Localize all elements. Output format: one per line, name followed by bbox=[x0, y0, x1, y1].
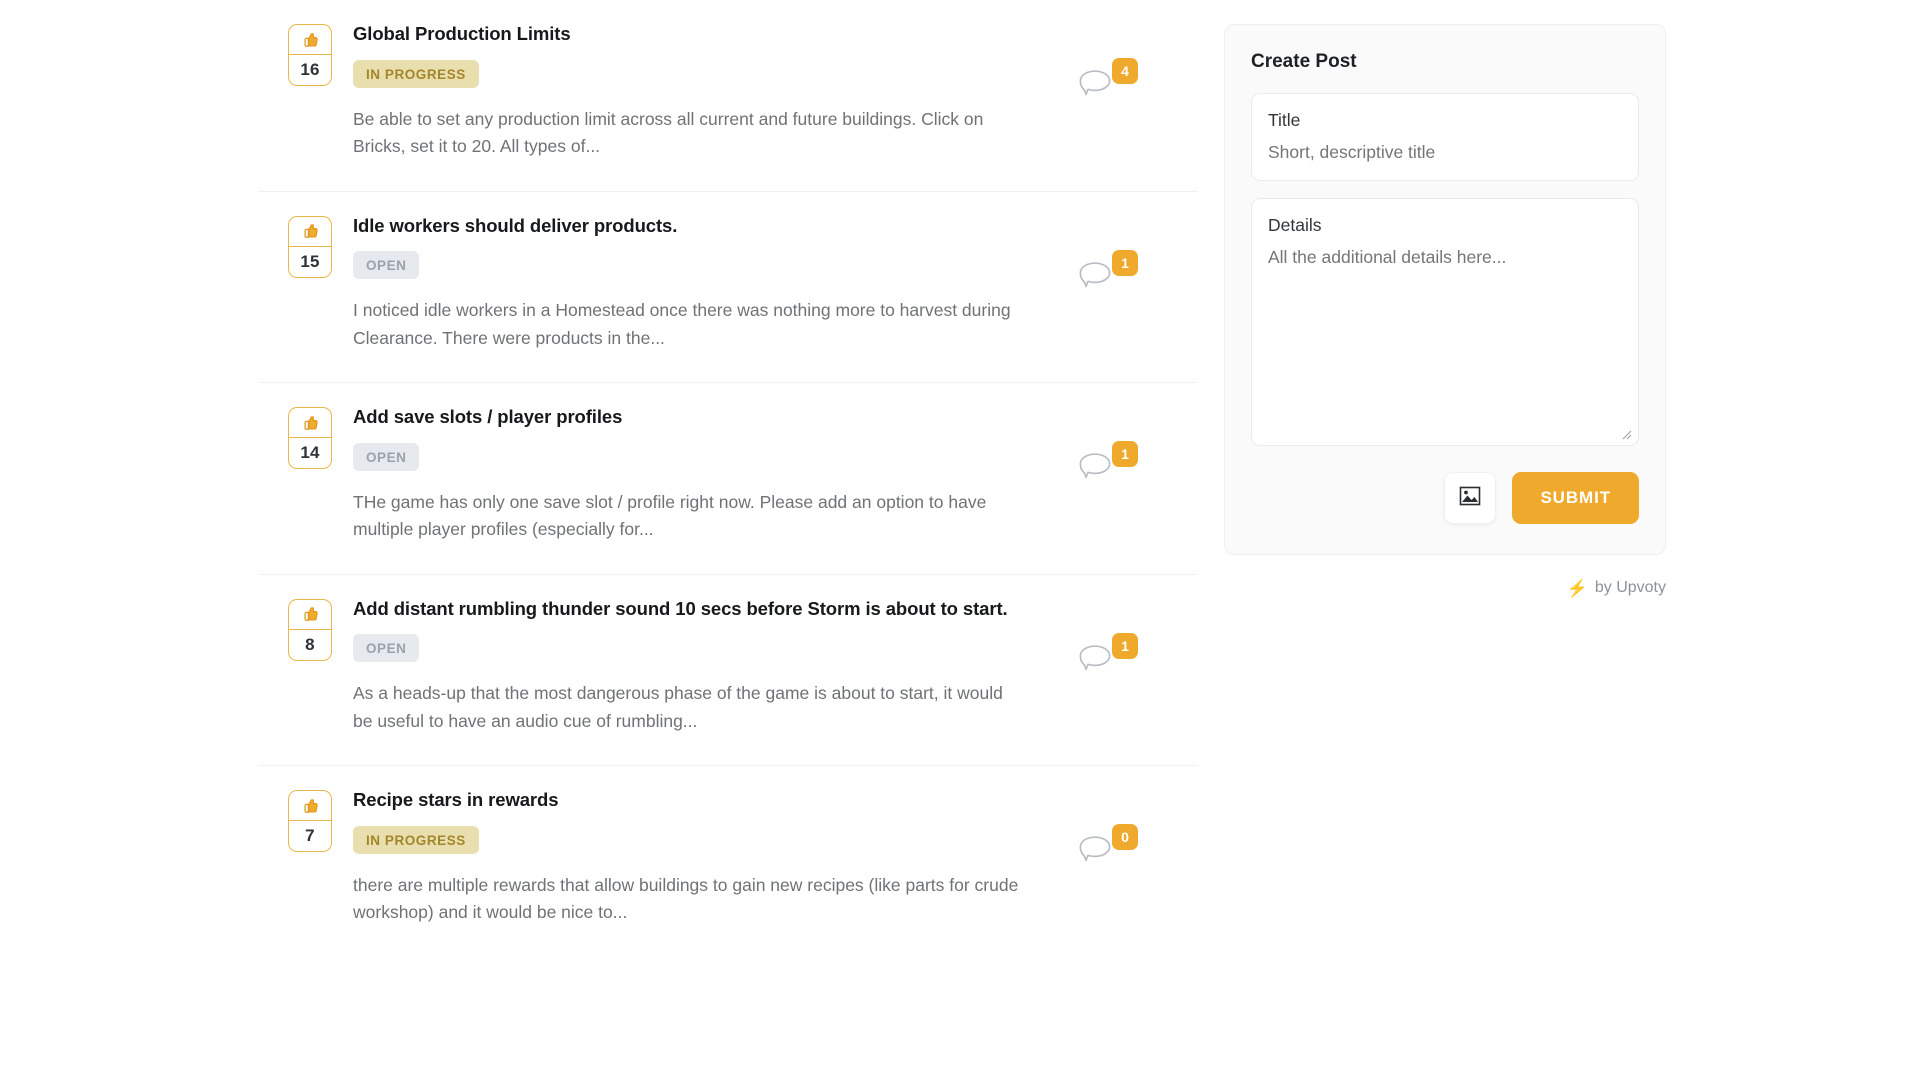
vote-column: 14 bbox=[258, 405, 332, 470]
resize-handle-icon[interactable] bbox=[1620, 427, 1632, 440]
image-upload-button[interactable] bbox=[1444, 472, 1497, 524]
post-body: Idle workers should deliver products. OPE… bbox=[320, 214, 1078, 353]
create-post-card: Create Post Title Details bbox=[1224, 24, 1666, 555]
title-input[interactable] bbox=[1268, 139, 1622, 164]
post-excerpt: I noticed idle workers in a Homestead on… bbox=[353, 300, 1011, 348]
title-field-label: Title bbox=[1268, 110, 1301, 130]
post-title[interactable]: Add save slots / player profiles bbox=[353, 405, 1058, 430]
post-item: 7 Recipe stars in rewards IN PROGRESS there… bbox=[258, 766, 1198, 957]
post-title[interactable]: Recipe stars in rewards bbox=[353, 788, 1058, 813]
status-badge: IN PROGRESS bbox=[353, 59, 479, 88]
comment-count-badge: 0 bbox=[1112, 824, 1138, 851]
comments-button[interactable]: 1 bbox=[1078, 632, 1138, 673]
comment-column: 4 bbox=[1078, 58, 1198, 114]
comment-count-badge: 1 bbox=[1112, 632, 1138, 659]
details-field-label: Details bbox=[1268, 215, 1322, 235]
vote-column: 16 bbox=[258, 22, 332, 86]
comment-bubble-icon bbox=[1078, 834, 1112, 864]
status-badge: OPEN bbox=[353, 634, 420, 663]
comment-count-badge: 1 bbox=[1112, 441, 1138, 468]
create-post-heading: Create Post bbox=[1251, 51, 1357, 72]
comment-column: 1 bbox=[1078, 441, 1198, 497]
page-root: 16 Global Production Limits IN PROGRESS Be … bbox=[0, 0, 1920, 1080]
comment-column: 0 bbox=[1078, 824, 1198, 880]
comment-bubble-icon bbox=[1078, 260, 1112, 290]
post-body: Recipe stars in rewards IN PROGRESS there … bbox=[320, 788, 1078, 927]
post-excerpt: there are multiple rewards that allow bu… bbox=[353, 874, 1019, 923]
comment-count-badge: 1 bbox=[1112, 249, 1138, 276]
post-body: Add save slots / player profiles OPEN THe … bbox=[320, 405, 1078, 544]
post-title[interactable]: Global Production Limits bbox=[353, 22, 1058, 47]
status-badge: OPEN bbox=[353, 442, 420, 471]
title-field-wrapper[interactable]: Title bbox=[1251, 93, 1639, 181]
post-item: 8 Add distant rumbling thunder sound 10 s… bbox=[258, 575, 1198, 767]
comment-bubble-icon bbox=[1078, 68, 1112, 98]
post-title[interactable]: Add distant rumbling thunder sound 10 se… bbox=[353, 597, 1058, 622]
image-icon bbox=[1459, 486, 1481, 511]
right-column: Create Post Title Details bbox=[1224, 24, 1666, 597]
comment-column: 1 bbox=[1078, 249, 1198, 306]
post-excerpt: THe game has only one save slot / profil… bbox=[353, 491, 987, 540]
post-title[interactable]: Idle workers should deliver products. bbox=[353, 214, 1058, 239]
post-body: Add distant rumbling thunder sound 10 se… bbox=[320, 597, 1078, 736]
post-body: Global Production Limits IN PROGRESS Be ab… bbox=[320, 22, 1078, 161]
powered-by-label: by Upvoty bbox=[1594, 579, 1666, 596]
post-excerpt: As a heads-up that the most dangerous ph… bbox=[353, 683, 1003, 731]
comment-bubble-icon bbox=[1078, 451, 1112, 481]
comments-button[interactable]: 0 bbox=[1078, 824, 1138, 864]
comments-button[interactable]: 1 bbox=[1078, 249, 1138, 290]
powered-by-upvoty: ⚡ by Upvoty bbox=[1224, 579, 1666, 597]
post-item: 16 Global Production Limits IN PROGRESS Be … bbox=[258, 0, 1198, 192]
post-excerpt: Be able to set any production limit acro… bbox=[353, 108, 984, 157]
post-item: 15 Idle workers should deliver products. O… bbox=[258, 192, 1198, 384]
details-field-wrapper[interactable]: Details bbox=[1251, 198, 1639, 446]
comments-button[interactable]: 1 bbox=[1078, 441, 1138, 481]
vote-column: 8 bbox=[258, 597, 332, 661]
status-badge: OPEN bbox=[353, 251, 420, 280]
create-post-actions: SUBMIT bbox=[1251, 472, 1639, 524]
vote-column: 15 bbox=[258, 214, 332, 278]
vote-column: 7 bbox=[258, 788, 332, 853]
lightning-bolt-icon: ⚡ bbox=[1566, 578, 1588, 598]
comments-button[interactable]: 4 bbox=[1078, 58, 1138, 98]
submit-button[interactable]: SUBMIT bbox=[1512, 472, 1639, 524]
details-textarea[interactable] bbox=[1268, 244, 1622, 435]
comment-column: 1 bbox=[1078, 632, 1198, 689]
comment-count-badge: 4 bbox=[1112, 58, 1138, 85]
comment-bubble-icon bbox=[1078, 643, 1112, 673]
post-item: 14 Add save slots / player profiles OPEN TH… bbox=[258, 383, 1198, 575]
post-feed: 16 Global Production Limits IN PROGRESS Be … bbox=[258, 0, 1198, 957]
status-badge: IN PROGRESS bbox=[353, 825, 479, 854]
